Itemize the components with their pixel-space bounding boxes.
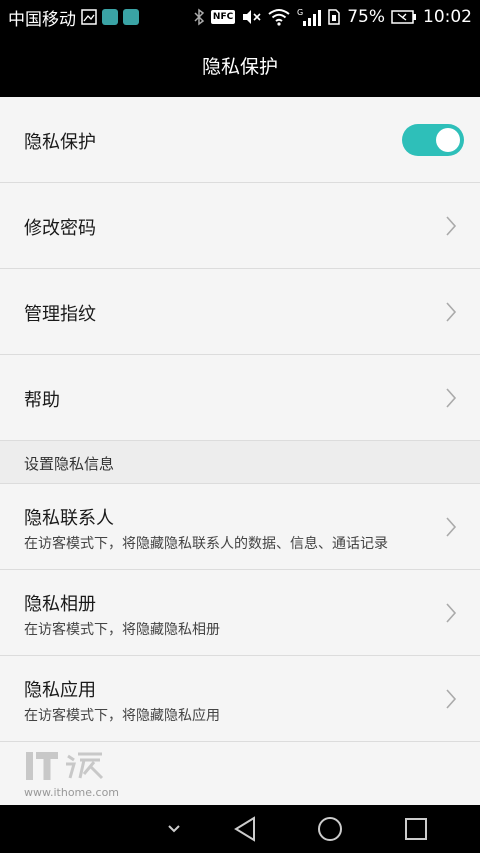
chevron-right-icon xyxy=(446,603,457,623)
change-password-row[interactable]: 修改密码 xyxy=(0,183,480,269)
page-header: 隐私保护 xyxy=(0,34,480,97)
chevron-right-icon xyxy=(446,388,457,408)
carrier-label: 中国移动 xyxy=(8,9,76,30)
help-row[interactable]: 帮助 xyxy=(0,355,480,441)
private-apps-description: 在访客模式下，将隐藏隐私应用 xyxy=(24,708,220,724)
manage-fingerprint-row[interactable]: 管理指纹 xyxy=(0,269,480,355)
private-contacts-row[interactable]: 隐私联系人 在访客模式下，将隐藏隐私联系人的数据、信息、通话记录 xyxy=(0,484,480,570)
battery-percent: 75% xyxy=(347,7,385,27)
privacy-protection-label: 隐私保护 xyxy=(24,132,96,153)
help-label: 帮助 xyxy=(24,390,60,411)
chevron-right-icon xyxy=(446,689,457,709)
sim-icon xyxy=(327,8,341,26)
section-title: 设置隐私信息 xyxy=(24,455,115,473)
status-left: 中国移动 xyxy=(0,5,139,30)
private-contacts-label: 隐私联系人 xyxy=(24,508,114,529)
manage-fingerprint-label: 管理指纹 xyxy=(24,304,96,325)
change-password-label: 修改密码 xyxy=(24,218,96,239)
private-album-description: 在访客模式下，将隐藏隐私相册 xyxy=(24,622,220,638)
ithome-logo-icon xyxy=(26,752,104,780)
private-apps-label: 隐私应用 xyxy=(24,680,96,701)
private-album-row[interactable]: 隐私相册 在访客模式下，将隐藏隐私相册 xyxy=(0,570,480,656)
mute-icon xyxy=(241,8,261,26)
watermark-url: www.ithome.com xyxy=(24,786,120,799)
private-contacts-description: 在访客模式下，将隐藏隐私联系人的数据、信息、通话记录 xyxy=(24,536,388,552)
page-title: 隐私保护 xyxy=(201,56,278,78)
battery-charging-icon xyxy=(391,9,417,25)
chevron-right-icon xyxy=(446,216,457,236)
recent-square-icon[interactable] xyxy=(402,815,430,843)
chevron-down-icon[interactable] xyxy=(160,815,188,843)
app-notification-icon xyxy=(102,9,118,25)
status-bar: 中国移动 NFC G 75% 10:02 xyxy=(0,0,480,34)
wifi-icon xyxy=(267,8,291,26)
privacy-protection-row[interactable]: 隐私保护 xyxy=(0,97,480,183)
clock-time: 10:02 xyxy=(423,7,472,27)
private-apps-row[interactable]: 隐私应用 在访客模式下，将隐藏隐私应用 xyxy=(0,656,480,742)
screen: 中国移动 NFC G 75% 10:02 隐私保护 隐私保护 修改密码 管理指纹… xyxy=(0,0,480,853)
bluetooth-icon xyxy=(193,8,205,26)
status-right: NFC G 75% 10:02 xyxy=(193,0,472,34)
cell-signal-icon: G xyxy=(297,7,322,27)
nfc-icon: NFC xyxy=(210,10,236,24)
private-album-label: 隐私相册 xyxy=(24,594,96,615)
ithome-watermark: www.ithome.com xyxy=(24,748,124,800)
app-notification-icon-2 xyxy=(123,9,139,25)
signal-type-label: G xyxy=(297,8,303,17)
section-header: 设置隐私信息 xyxy=(0,441,480,484)
privacy-protection-toggle[interactable] xyxy=(402,124,464,156)
toggle-knob xyxy=(436,128,460,152)
back-triangle-icon[interactable] xyxy=(232,815,260,843)
chevron-right-icon xyxy=(446,517,457,537)
image-icon xyxy=(81,9,97,25)
chevron-right-icon xyxy=(446,302,457,322)
home-circle-icon[interactable] xyxy=(316,815,344,843)
navigation-bar xyxy=(0,805,480,853)
